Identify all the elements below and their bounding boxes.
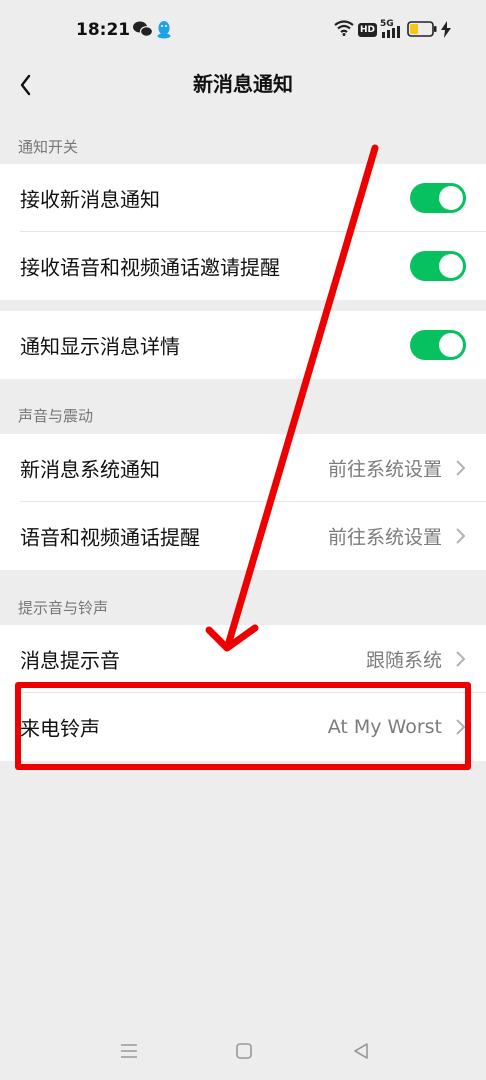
chevron-right-icon xyxy=(456,528,466,544)
system-nav-bar xyxy=(0,1030,486,1080)
hd-badge: HD xyxy=(358,23,378,37)
row-label: 消息提示音 xyxy=(20,648,120,673)
row-call-reminder[interactable]: 语音和视频通话提醒 前往系统设置 xyxy=(0,502,486,570)
row-label: 通知显示消息详情 xyxy=(20,334,180,359)
row-value: 前往系统设置 xyxy=(327,526,442,549)
toggle-knob xyxy=(439,333,463,357)
battery-icon xyxy=(407,21,437,37)
group-notifications: 接收新消息通知 接收语音和视频通话邀请提醒 xyxy=(0,164,486,300)
row-show-message-details[interactable]: 通知显示消息详情 xyxy=(0,311,486,379)
highlight-box xyxy=(15,682,471,770)
wifi-icon xyxy=(334,20,354,36)
toggle-knob xyxy=(439,186,463,210)
signal-icon xyxy=(382,26,400,38)
nav-bar: 新消息通知 xyxy=(0,56,486,112)
row-receive-new-message[interactable]: 接收新消息通知 xyxy=(0,164,486,232)
row-label: 语音和视频通话提醒 xyxy=(20,525,200,550)
section-label-sound-vibration: 声音与震动 xyxy=(18,407,94,425)
wechat-icon xyxy=(133,21,154,37)
toggle-receive-new-message[interactable] xyxy=(410,183,466,213)
toggle-knob xyxy=(439,254,463,278)
row-label: 接收语音和视频通话邀请提醒 xyxy=(20,255,280,280)
section-label-notifications: 通知开关 xyxy=(18,138,79,156)
row-value: 前往系统设置 xyxy=(327,458,442,481)
group-details: 通知显示消息详情 xyxy=(0,311,486,379)
row-new-message-system-notification[interactable]: 新消息系统通知 前往系统设置 xyxy=(0,434,486,502)
chevron-right-icon xyxy=(456,460,466,476)
group-sound-vibration: 新消息系统通知 前往系统设置 语音和视频通话提醒 前往系统设置 xyxy=(0,434,486,570)
charging-icon xyxy=(441,21,451,38)
back-icon[interactable] xyxy=(352,1042,370,1060)
toggle-call-invite-reminder[interactable] xyxy=(410,251,466,281)
row-label: 接收新消息通知 xyxy=(20,187,160,212)
page-title: 新消息通知 xyxy=(193,72,293,96)
row-label: 新消息系统通知 xyxy=(20,457,160,482)
menu-icon[interactable] xyxy=(120,1042,138,1060)
row-call-invite-reminder[interactable]: 接收语音和视频通话邀请提醒 xyxy=(0,232,486,300)
qq-icon xyxy=(157,21,171,39)
row-value: 跟随系统 xyxy=(365,649,442,672)
status-bar: 18:21 HD 5G xyxy=(0,0,486,56)
toggle-show-message-details[interactable] xyxy=(410,330,466,360)
chevron-right-icon xyxy=(456,651,466,667)
status-time: 18:21 xyxy=(76,20,131,40)
home-icon[interactable] xyxy=(235,1042,253,1060)
section-label-tones: 提示音与铃声 xyxy=(18,599,109,617)
